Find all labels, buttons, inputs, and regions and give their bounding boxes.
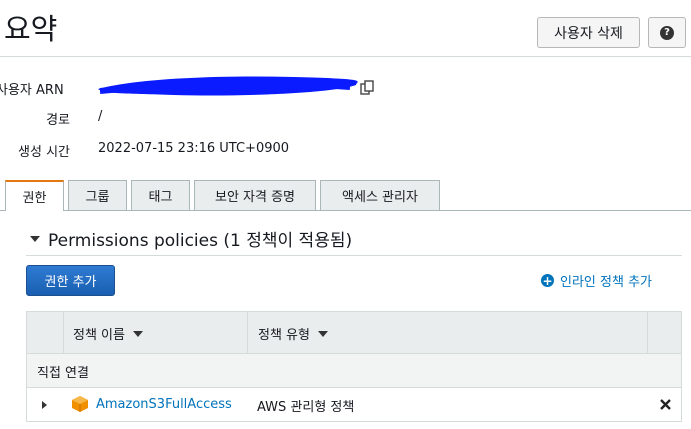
add-inline-policy-link[interactable]: + 인라인 정책 추가 xyxy=(541,271,652,290)
tab-security-credentials[interactable]: 보안 자격 증명 xyxy=(194,180,316,210)
caret-down-icon xyxy=(30,235,40,242)
table-row: AmazonS3FullAccess AWS 관리형 정책 xyxy=(27,388,681,421)
header-divider xyxy=(0,56,691,57)
sort-caret-icon xyxy=(317,330,328,337)
group-row-direct: 직접 연결 xyxy=(27,354,681,388)
arn-label: 사용자 ARN xyxy=(0,83,64,98)
caret-right-icon[interactable] xyxy=(42,401,47,409)
remove-icon[interactable] xyxy=(660,399,671,410)
add-permissions-button[interactable]: 권한 추가 xyxy=(26,265,115,296)
help-icon: ? xyxy=(660,25,674,40)
section-divider xyxy=(26,255,682,256)
delete-user-button[interactable]: 사용자 삭제 xyxy=(537,17,640,48)
column-header-policy-name[interactable]: 정책 이름 xyxy=(73,324,143,343)
help-button[interactable]: ? xyxy=(648,17,686,48)
permissions-section-toggle[interactable]: Permissions policies (1 정책이 적용됨) xyxy=(30,226,352,251)
group-label: 직접 연결 xyxy=(37,366,89,381)
plus-circle-icon: + xyxy=(541,273,554,288)
path-label: 경로 xyxy=(46,113,70,128)
tab-groups[interactable]: 그룹 xyxy=(68,180,127,210)
policies-table: 정책 이름 정책 유형 직접 연결 AmazonS3FullAccess AWS… xyxy=(26,311,682,422)
column-header-policy-type[interactable]: 정책 유형 xyxy=(258,324,328,343)
tab-permissions[interactable]: 권한 xyxy=(5,180,64,211)
policy-name-link[interactable]: AmazonS3FullAccess xyxy=(96,397,232,412)
copy-icon[interactable] xyxy=(359,80,375,96)
arn-redaction xyxy=(98,76,358,96)
policy-type: AWS 관리형 정책 xyxy=(257,400,355,415)
add-inline-policy-label: 인라인 정책 추가 xyxy=(560,275,652,290)
table-header: 정책 이름 정책 유형 xyxy=(27,312,681,354)
tab-divider xyxy=(0,210,691,211)
tab-tags[interactable]: 태그 xyxy=(131,180,190,210)
path-value: / xyxy=(98,109,103,124)
tab-access-advisor[interactable]: 액세스 관리자 xyxy=(320,180,440,210)
sort-caret-icon xyxy=(132,330,143,337)
created-label: 생성 시간 xyxy=(18,145,70,160)
policy-cube-icon xyxy=(72,396,88,412)
page-title: 요약 xyxy=(4,12,58,46)
section-title: Permissions policies (1 정책이 적용됨) xyxy=(48,231,353,251)
created-value: 2022-07-15 23:16 UTC+0900 xyxy=(98,141,290,156)
